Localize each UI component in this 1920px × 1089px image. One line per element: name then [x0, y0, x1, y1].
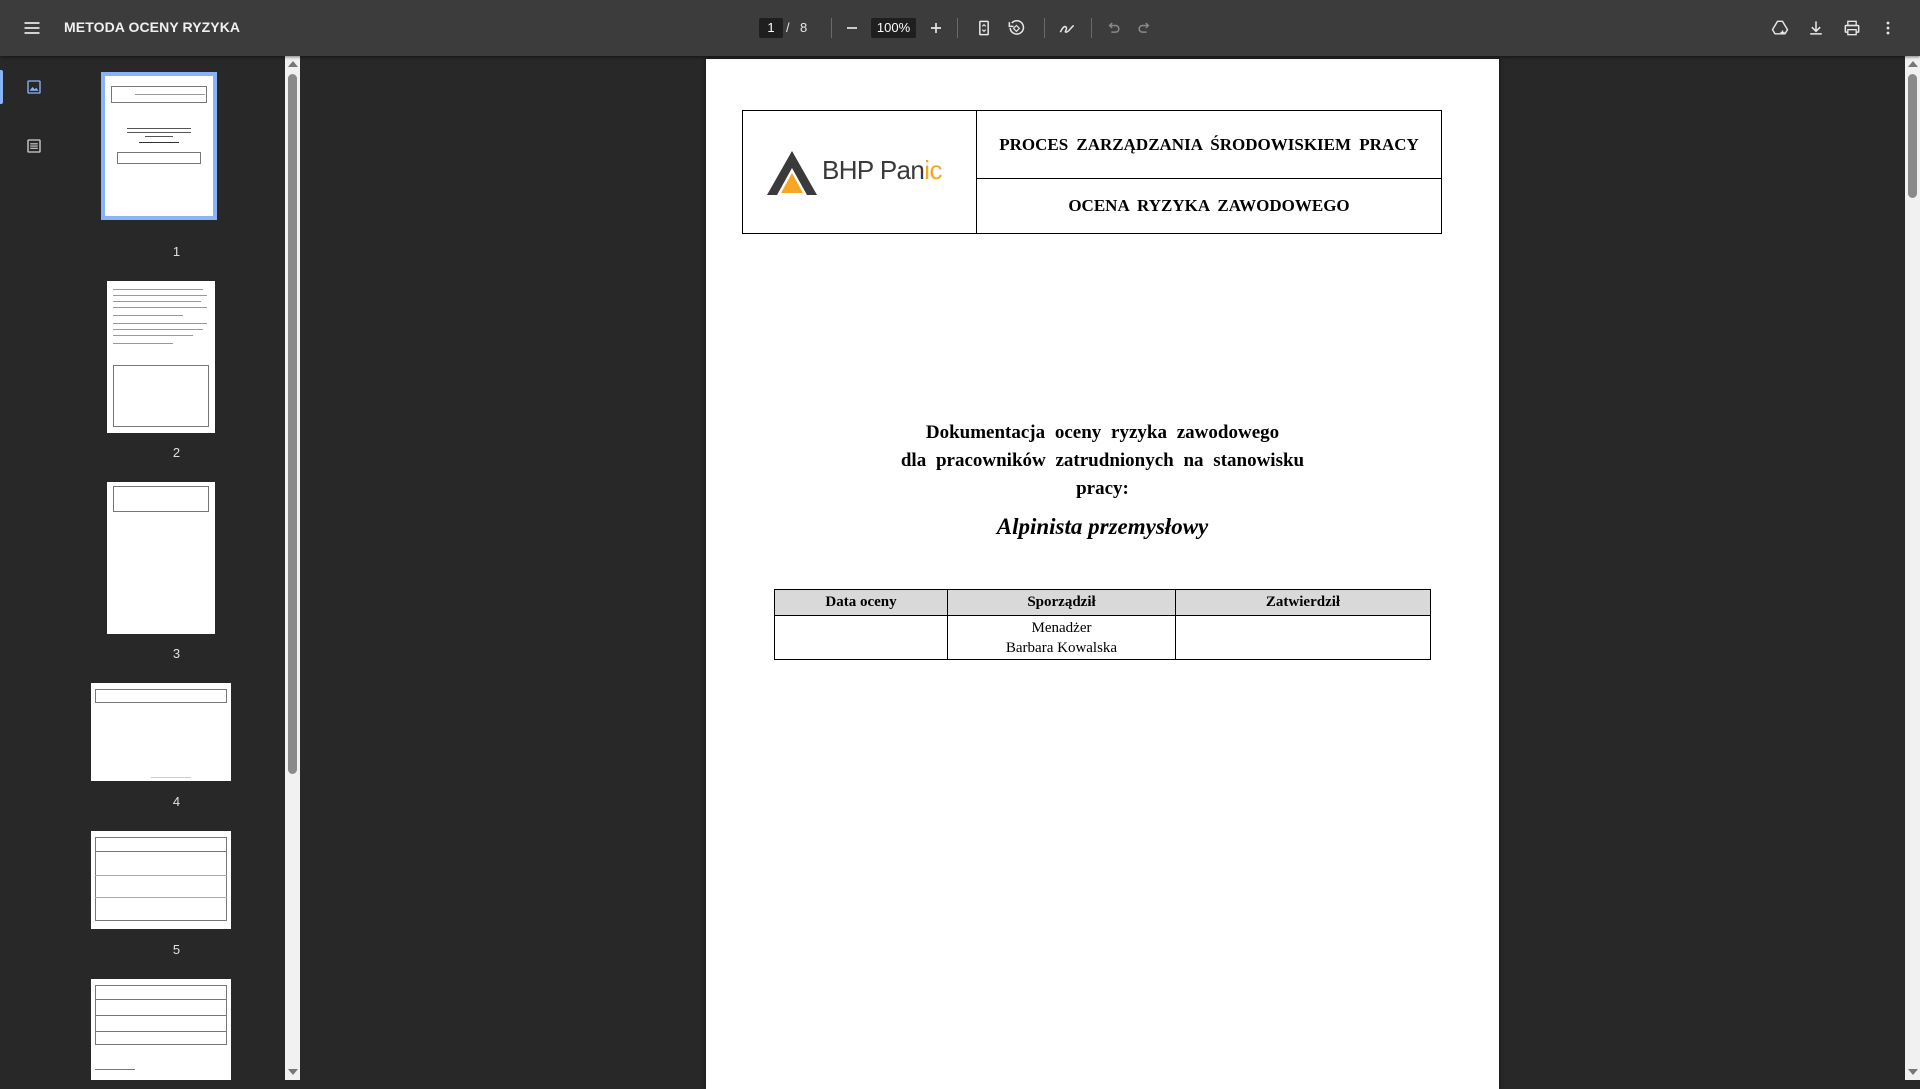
- table-header-row: Data oceny Sporządził Zatwierdził: [774, 589, 1431, 616]
- rotate-icon: [1008, 20, 1025, 35]
- logo-text-suffix: ic: [924, 155, 942, 185]
- toolbar-divider: [957, 18, 958, 38]
- thumbnail-list: 1 2 3 4 5: [68, 56, 285, 1080]
- scroll-down-arrow-icon[interactable]: [1908, 1069, 1918, 1075]
- sidebar-tabs: [0, 56, 68, 1080]
- sidebar-scrollbar[interactable]: [285, 56, 300, 1080]
- drive-save-icon: [1771, 20, 1789, 35]
- toolbar-divider: [1044, 18, 1045, 38]
- tab-thumbnails[interactable]: [20, 73, 48, 101]
- drive-save-button[interactable]: [1766, 14, 1794, 42]
- undo-icon: [1108, 22, 1120, 33]
- rotate-button[interactable]: [1002, 14, 1030, 42]
- scroll-up-arrow-icon[interactable]: [1908, 61, 1918, 67]
- thumbnail-label: 3: [172, 646, 181, 661]
- logo-triangle-icon: [767, 151, 817, 195]
- thumbnail-page-6[interactable]: [91, 979, 231, 1080]
- outline-icon: [27, 139, 41, 153]
- title-line-2: dla pracowników zatrudnionych na stanowi…: [900, 450, 1305, 471]
- document-viewer: BHP Panic PROCES ZARZĄDZANIA ŚRODOWISKIE…: [300, 56, 1905, 1089]
- company-logo: BHP Panic: [743, 111, 977, 233]
- thumbnail-label: 5: [172, 942, 181, 957]
- zoom-out-button[interactable]: [838, 14, 866, 42]
- print-button[interactable]: [1838, 14, 1866, 42]
- annotate-button[interactable]: [1053, 14, 1081, 42]
- header-document-type: OCENA RYZYKA ZAWODOWEGO: [1068, 196, 1350, 215]
- scroll-up-arrow-icon[interactable]: [288, 61, 298, 67]
- table-header: Data oceny: [774, 589, 948, 616]
- thumbnail-label: 2: [172, 445, 181, 460]
- prepared-by-name: Barbara Kowalska: [1005, 639, 1118, 656]
- logo-text: BHP Panic: [822, 155, 942, 186]
- download-button[interactable]: [1802, 14, 1830, 42]
- thumbnail-page-2[interactable]: [107, 281, 215, 433]
- zoom-input[interactable]: 100%: [871, 18, 916, 38]
- table-cell-approved-by: [1175, 615, 1431, 660]
- table-header: Zatwierdził: [1175, 589, 1431, 616]
- more-options-button[interactable]: [1874, 14, 1902, 42]
- plus-icon: [931, 23, 941, 33]
- redo-button[interactable]: [1131, 14, 1159, 42]
- thumbnail-label: 1: [172, 244, 181, 259]
- download-icon: [1810, 21, 1822, 35]
- redo-icon: [1138, 22, 1150, 33]
- pdf-page: BHP Panic PROCES ZARZĄDZANIA ŚRODOWISKIE…: [706, 59, 1499, 1089]
- logo-text-main: BHP Pan: [822, 155, 925, 185]
- scroll-down-arrow-icon[interactable]: [288, 1069, 298, 1075]
- document-title-block: Dokumentacja oceny ryzyka zawodowego dla…: [706, 419, 1499, 503]
- sidebar: 1 2 3 4 5: [0, 56, 285, 1080]
- thumbnail-page-4[interactable]: [91, 683, 231, 781]
- undo-button[interactable]: [1099, 14, 1127, 42]
- more-vert-icon: [1886, 21, 1890, 35]
- table-row: Menadżer Barbara Kowalska: [774, 615, 1431, 660]
- page-number-input[interactable]: 1: [759, 18, 783, 38]
- header-process-title: PROCES ZARZĄDZANIA ŚRODOWISKIEM PRACY: [977, 111, 1441, 179]
- thumbnails-icon: [27, 80, 41, 94]
- active-tab-indicator: [0, 70, 3, 104]
- thumbnail-label: 4: [172, 794, 181, 809]
- main-scrollbar[interactable]: [1905, 56, 1920, 1080]
- menu-icon[interactable]: [18, 14, 46, 42]
- table-cell-prepared-by: Menadżer Barbara Kowalska: [947, 615, 1176, 660]
- thumbnail-page-3[interactable]: [107, 482, 215, 634]
- fit-page-button[interactable]: [970, 14, 998, 42]
- signature-table: Data oceny Sporządził Zatwierdził Menadż…: [774, 589, 1431, 660]
- pdf-toolbar: METODA OCENY RYZYKA 1 / 8 100%: [0, 0, 1920, 56]
- toolbar-divider: [1091, 18, 1092, 38]
- tab-outline[interactable]: [20, 132, 48, 160]
- toolbar-divider: [831, 18, 832, 38]
- document-header-table: BHP Panic PROCES ZARZĄDZANIA ŚRODOWISKIE…: [742, 110, 1442, 234]
- minus-icon: [847, 27, 857, 29]
- fit-page-icon: [979, 20, 989, 36]
- print-icon: [1844, 20, 1860, 36]
- title-line-3: pracy:: [1076, 478, 1129, 499]
- zoom-in-button[interactable]: [922, 14, 950, 42]
- scrollbar-thumb[interactable]: [288, 74, 297, 774]
- job-position: Alpinista przemysłowy: [996, 514, 1209, 539]
- title-line-1: Dokumentacja oceny ryzyka zawodowego: [925, 422, 1280, 443]
- scrollbar-thumb[interactable]: [1908, 74, 1917, 198]
- thumbnail-page-1[interactable]: [101, 72, 217, 220]
- table-header: Sporządził: [947, 589, 1176, 616]
- page-separator: /: [786, 20, 790, 35]
- thumbnail-page-5[interactable]: [91, 831, 231, 929]
- prepared-by-role: Menadżer: [1031, 619, 1092, 636]
- table-cell-date: [774, 615, 948, 660]
- document-title: METODA OCENY RYZYKA: [64, 19, 241, 35]
- annotate-icon: [1059, 24, 1075, 33]
- page-total: 8: [800, 20, 808, 35]
